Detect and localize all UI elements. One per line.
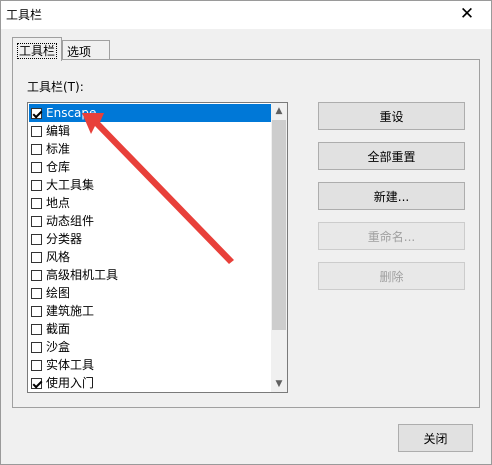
- list-item-label: 高级相机工具: [46, 268, 119, 282]
- list-item-label: 编辑: [46, 124, 71, 138]
- list-item-label: 截面: [46, 322, 71, 336]
- list-item[interactable]: 截面: [29, 320, 272, 338]
- list-item-label: 建筑施工: [46, 304, 95, 318]
- list-item[interactable]: 大工具集: [29, 176, 272, 194]
- checkbox[interactable]: [31, 377, 42, 389]
- checkbox[interactable]: [31, 359, 42, 371]
- checkbox[interactable]: [31, 215, 42, 227]
- checkbox[interactable]: [31, 323, 42, 335]
- list-item-label: 实体工具: [46, 358, 95, 372]
- reset-button[interactable]: 重设: [318, 102, 465, 130]
- list-item[interactable]: 高级相机工具: [29, 266, 272, 284]
- toolbar-list-heading: 工具栏(T):: [27, 80, 84, 94]
- list-item[interactable]: 沙盒: [29, 338, 272, 356]
- checkbox[interactable]: [31, 179, 42, 191]
- list-item[interactable]: 地点: [29, 194, 272, 212]
- close-button[interactable]: 关闭: [398, 424, 473, 452]
- vertical-scrollbar[interactable]: ▲ ▼: [271, 103, 287, 392]
- list-item[interactable]: 使用入门: [29, 374, 272, 392]
- list-item-label: 标准: [46, 142, 71, 156]
- list-item[interactable]: 编辑: [29, 122, 272, 140]
- list-item[interactable]: 分类器: [29, 230, 272, 248]
- list-item-label: 仓库: [46, 160, 71, 174]
- list-item-label: 地点: [46, 196, 71, 210]
- rename-button[interactable]: 重命名...: [318, 222, 465, 250]
- checkbox[interactable]: [31, 125, 42, 137]
- tab-toolbars[interactable]: 工具栏: [12, 37, 62, 61]
- list-item[interactable]: 动态组件: [29, 212, 272, 230]
- checkbox[interactable]: [31, 341, 42, 353]
- list-item-label: 风格: [46, 250, 71, 264]
- tab-toolbars-label: 工具栏: [17, 43, 58, 59]
- checkbox[interactable]: [31, 287, 42, 299]
- list-item[interactable]: 建筑施工: [29, 302, 272, 320]
- list-item[interactable]: 实体工具: [29, 356, 272, 374]
- list-item-label: 动态组件: [46, 214, 95, 228]
- list-item-label: 绘图: [46, 286, 71, 300]
- list-item[interactable]: Enscape: [29, 104, 272, 122]
- toolbar-dialog: 工具栏 ✕ 工具栏 选项 工具栏(T): Enscape 编辑标准仓库大工具集地点…: [0, 0, 492, 465]
- toolbar-listbox[interactable]: Enscape 编辑标准仓库大工具集地点动态组件分类器风格高级相机工具 绘图建筑施工…: [27, 102, 288, 393]
- checkbox[interactable]: [31, 251, 42, 263]
- reset-all-button[interactable]: 全部重置: [318, 142, 465, 170]
- checkbox[interactable]: [31, 143, 42, 155]
- list-item-label: 使用入门: [46, 376, 95, 390]
- close-icon[interactable]: ✕: [457, 4, 477, 24]
- list-item[interactable]: 风格: [29, 248, 272, 266]
- checkbox[interactable]: [31, 161, 42, 173]
- delete-button[interactable]: 删除: [318, 262, 465, 290]
- tab-options[interactable]: 选项: [62, 40, 110, 60]
- checkbox[interactable]: [31, 269, 42, 281]
- new-button[interactable]: 新建...: [318, 182, 465, 210]
- scroll-up-icon[interactable]: ▲: [271, 103, 287, 119]
- toolbar-list-rows: Enscape 编辑标准仓库大工具集地点动态组件分类器风格高级相机工具 绘图建筑施工…: [29, 104, 272, 392]
- list-item-label: Enscape: [46, 106, 97, 120]
- toolbars-panel: 工具栏(T): Enscape 编辑标准仓库大工具集地点动态组件分类器风格高级相机…: [12, 59, 480, 408]
- scroll-down-icon[interactable]: ▼: [271, 376, 287, 392]
- list-item[interactable]: 绘图: [29, 284, 272, 302]
- list-item-label: 分类器: [46, 232, 83, 246]
- checkbox[interactable]: [31, 197, 42, 209]
- tab-options-label: 选项: [67, 45, 92, 59]
- list-item[interactable]: 仓库: [29, 158, 272, 176]
- list-item[interactable]: 标准: [29, 140, 272, 158]
- title-bar: 工具栏 ✕: [1, 1, 491, 29]
- checkbox[interactable]: [31, 107, 42, 119]
- list-item-label: 大工具集: [46, 178, 95, 192]
- checkbox[interactable]: [31, 233, 42, 245]
- window-title: 工具栏: [6, 8, 43, 22]
- scroll-thumb[interactable]: [272, 120, 286, 330]
- checkbox[interactable]: [31, 305, 42, 317]
- list-item-label: 沙盒: [46, 340, 71, 354]
